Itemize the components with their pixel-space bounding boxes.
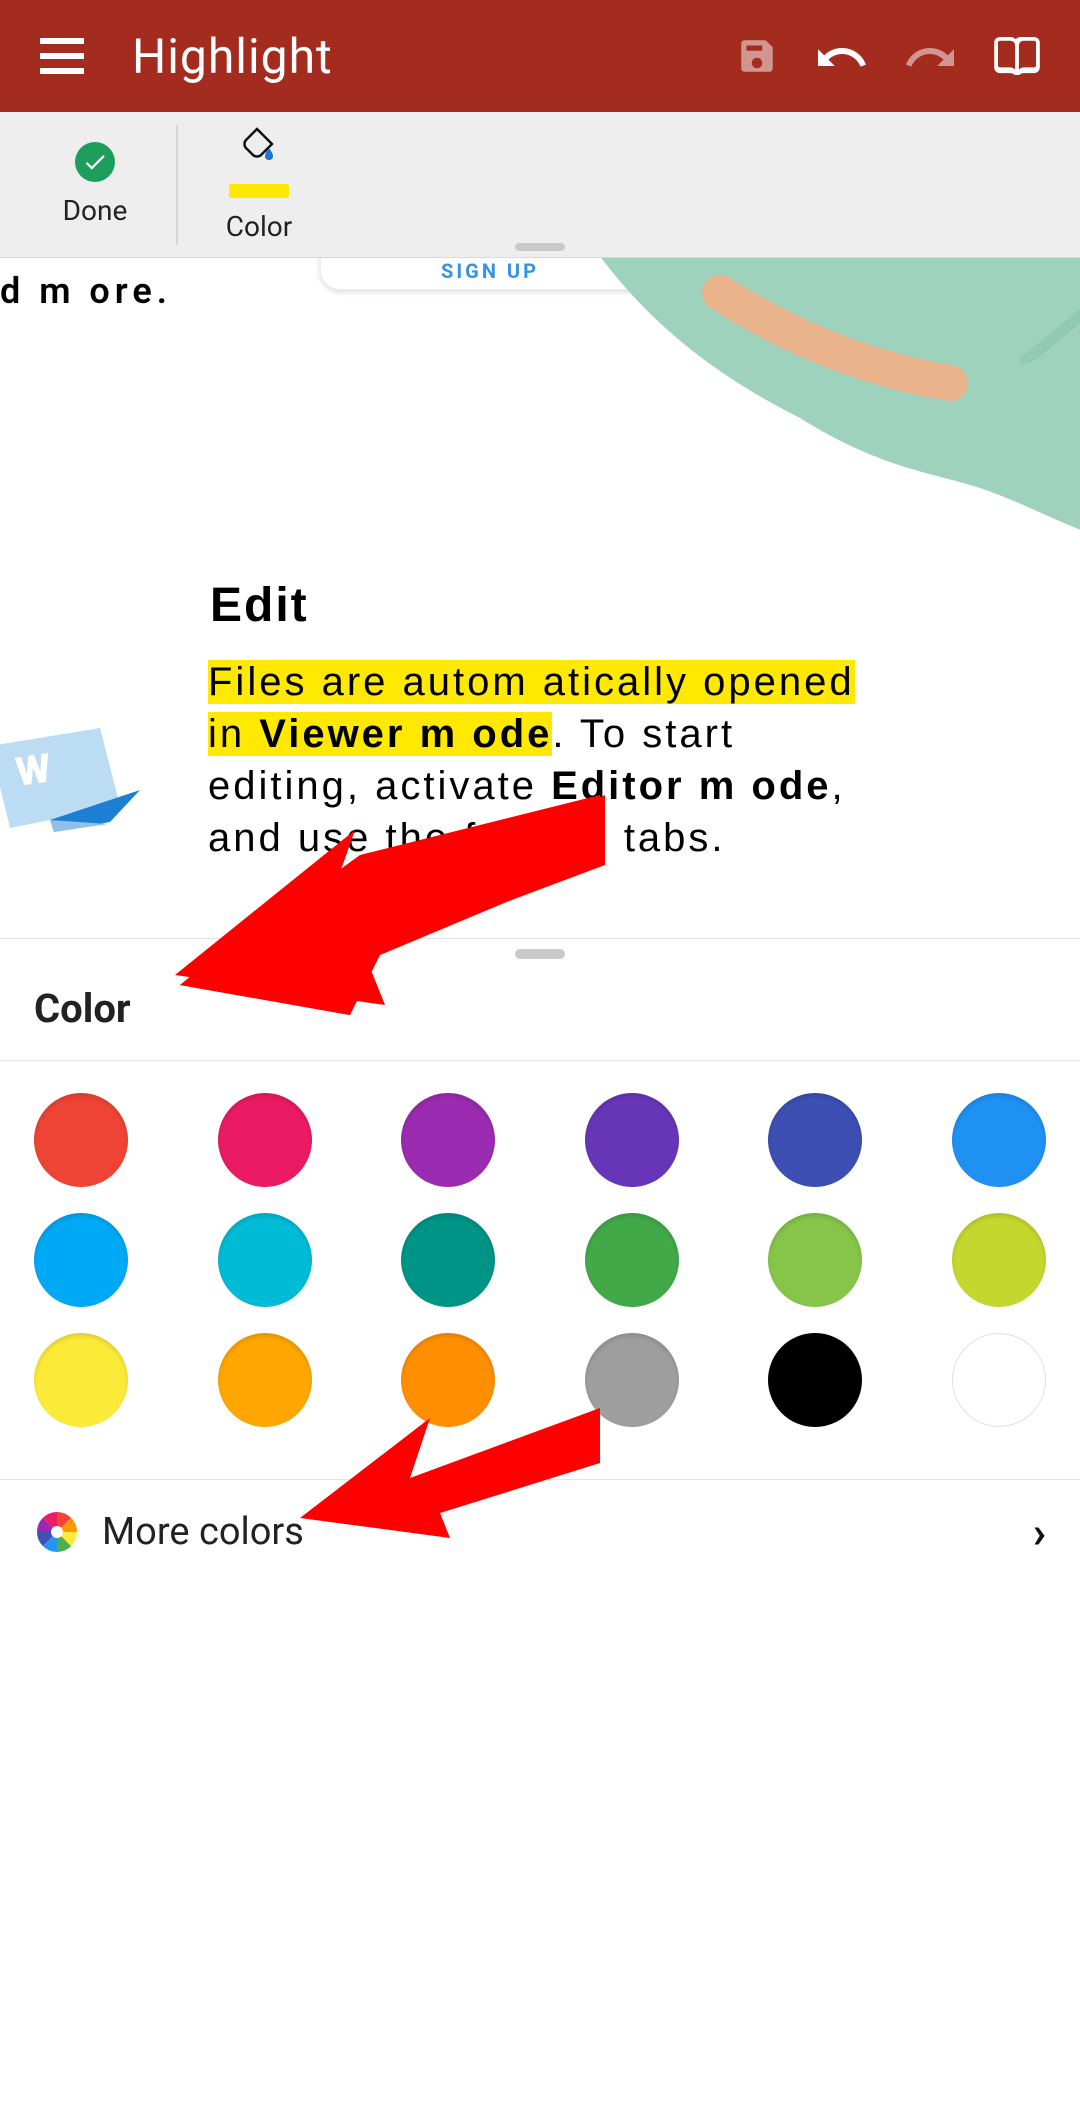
person-illustration [600, 258, 1080, 548]
color-swatch[interactable] [768, 1333, 862, 1427]
color-picker-sheet: Color [0, 938, 1080, 1588]
color-swatch[interactable] [768, 1213, 862, 1307]
screen-title: Highlight [132, 28, 736, 85]
read-mode-icon[interactable] [994, 37, 1040, 75]
done-button[interactable]: Done [30, 112, 160, 257]
color-swatch[interactable] [768, 1093, 862, 1187]
save-icon[interactable] [736, 35, 778, 77]
color-swatch[interactable] [952, 1093, 1046, 1187]
color-swatch[interactable] [218, 1333, 312, 1427]
color-swatch[interactable] [218, 1093, 312, 1187]
doc-fragment-text: d m ore. [0, 270, 172, 312]
toolbar-drag-handle[interactable] [515, 243, 565, 251]
color-wheel-icon [34, 1509, 80, 1555]
color-swatch[interactable] [952, 1333, 1046, 1427]
app-bar: Highlight [0, 0, 1080, 112]
color-swatch[interactable] [401, 1093, 495, 1187]
color-swatch[interactable] [585, 1093, 679, 1187]
doc-heading-edit: Edit [210, 578, 309, 633]
more-colors-label: More colors [102, 1510, 1033, 1554]
color-swatch-grid [0, 1061, 1080, 1471]
color-tool-button[interactable]: Color [194, 112, 324, 257]
color-swatch[interactable] [34, 1213, 128, 1307]
color-swatch[interactable] [585, 1333, 679, 1427]
sheet-drag-handle[interactable] [515, 949, 565, 959]
empty-space [0, 1588, 1080, 2124]
menu-icon[interactable] [40, 38, 84, 74]
color-tool-label: Color [226, 210, 292, 243]
color-swatch[interactable] [585, 1213, 679, 1307]
highlight-toolbar: Done Color [0, 112, 1080, 258]
color-swatch[interactable] [952, 1213, 1046, 1307]
current-color-swatch [229, 184, 289, 198]
doc-body-text: Files are autom atically opened in Viewe… [208, 656, 878, 864]
color-swatch[interactable] [401, 1333, 495, 1427]
color-swatch[interactable] [34, 1333, 128, 1427]
color-swatch[interactable] [401, 1213, 495, 1307]
undo-icon[interactable] [818, 38, 866, 74]
document-canvas[interactable]: d m ore. SIGN UP W Edit Files are autom … [0, 258, 1080, 938]
check-icon [75, 142, 115, 182]
paint-bucket-icon [239, 126, 279, 166]
done-label: Done [63, 194, 128, 227]
sheet-title: Color [0, 959, 1080, 1061]
svg-text:W: W [13, 744, 54, 795]
word-doc-illustration: W [0, 728, 140, 838]
more-colors-row[interactable]: More colors › [0, 1479, 1080, 1588]
toolbar-divider [176, 125, 178, 245]
doc-signup-label: SIGN UP [441, 259, 539, 283]
redo-icon[interactable] [906, 38, 954, 74]
color-swatch[interactable] [218, 1213, 312, 1307]
chevron-right-icon: › [1033, 1506, 1046, 1558]
color-swatch[interactable] [34, 1093, 128, 1187]
